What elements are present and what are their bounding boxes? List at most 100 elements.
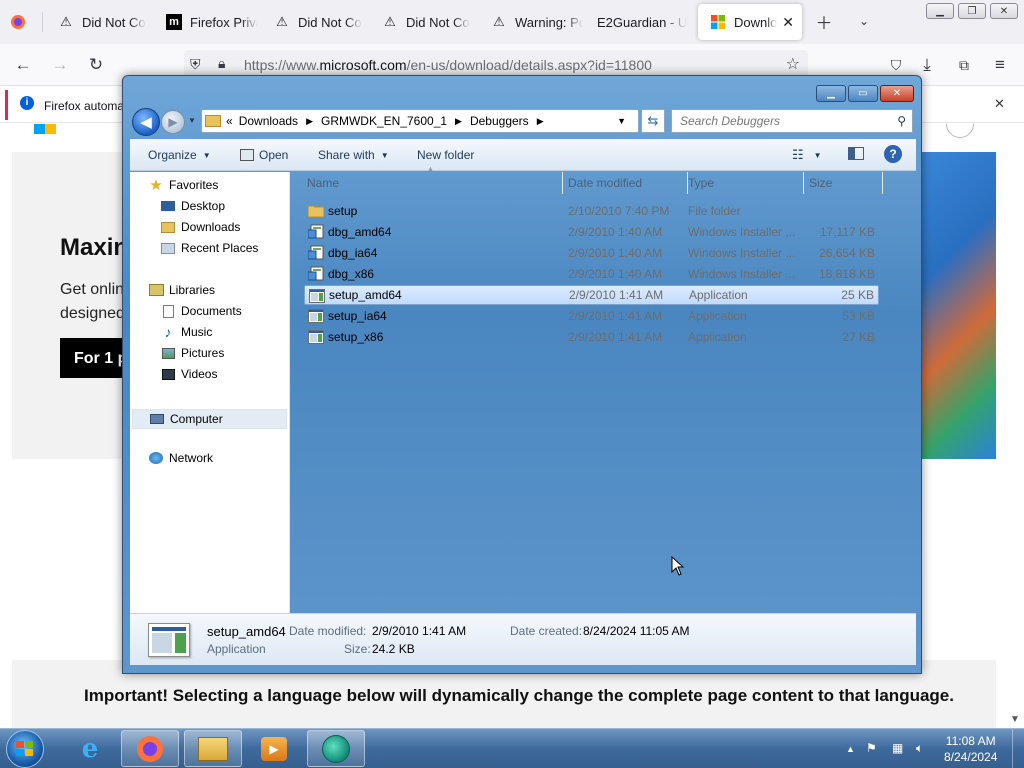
column-header-type[interactable]: Type — [688, 172, 804, 194]
nav-desktop[interactable]: Desktop — [160, 199, 225, 213]
column-header-size[interactable]: Size — [809, 172, 883, 194]
organize-button[interactable]: Organize ▼ — [148, 148, 211, 162]
downloads-icon[interactable]: ⤓ — [914, 53, 940, 77]
extensions-icon[interactable]: ⧉ — [951, 53, 977, 77]
file-row-setup-x86[interactable]: setup_x86 2/9/2010 1:41 AM Application 27 K… — [304, 327, 879, 347]
firefox-view-button[interactable] — [2, 4, 32, 40]
warning-icon: ⚠ — [276, 14, 288, 29]
nav-videos[interactable]: Videos — [160, 367, 217, 381]
profile-icon[interactable] — [946, 124, 974, 138]
nav-recent-places[interactable]: Recent Places — [160, 241, 258, 255]
refresh-button[interactable]: ⇆ — [641, 109, 665, 133]
search-icon[interactable]: ⚲ — [897, 114, 906, 128]
help-button[interactable]: ? — [884, 145, 902, 163]
breadcrumb-separator-icon[interactable]: ▶ — [455, 116, 462, 127]
system-clock[interactable]: 11:08 AM 8/24/2024 — [944, 733, 997, 765]
network-tray-icon[interactable]: ▦ — [892, 741, 903, 755]
desktop-icon — [160, 199, 176, 213]
breadcrumb-grmwdk[interactable]: GRMWDK_EN_7600_1 — [321, 114, 447, 128]
file-row-setup-amd64[interactable]: setup_amd64 2/9/2010 1:41 AM Application 25… — [304, 285, 879, 305]
nav-pictures[interactable]: Pictures — [160, 346, 224, 360]
breadcrumb-separator-icon[interactable]: ▶ — [537, 116, 544, 127]
file-name: dbg_ia64 — [328, 246, 378, 260]
close-browser-button[interactable]: ✕ — [990, 3, 1018, 19]
nav-documents[interactable]: Documents — [160, 304, 242, 318]
close-window-button[interactable]: ✕ — [880, 85, 914, 102]
taskbar-windows-explorer[interactable] — [184, 730, 242, 767]
open-button[interactable]: Open — [240, 148, 288, 162]
menu-icon[interactable]: ≡ — [987, 53, 1013, 77]
lock-icon[interactable]: 🔒︎ — [218, 55, 225, 72]
buy-button[interactable]: For 1 p — [60, 338, 130, 378]
preview-pane-button[interactable] — [848, 147, 864, 160]
url-text[interactable]: https://www.microsoft.com/en-us/download… — [244, 57, 652, 73]
downloads-folder-icon — [160, 220, 176, 234]
overflow-chevron-icon[interactable]: « — [226, 114, 233, 128]
pocket-icon[interactable]: ⛉ — [883, 53, 909, 77]
volume-muted-icon[interactable]: 🔈︎ — [916, 741, 923, 756]
scroll-down-arrow-icon[interactable]: ▼ — [1010, 714, 1020, 725]
nav-libraries[interactable]: Libraries — [148, 283, 215, 297]
breadcrumb-separator-icon[interactable]: ▶ — [306, 116, 313, 127]
tab-did-not-connect-3[interactable]: ⚠ Did Not Co — [370, 4, 474, 40]
tab-did-not-connect-1[interactable]: ⚠ Did Not Co — [46, 4, 150, 40]
breadcrumb-downloads[interactable]: Downloads — [239, 114, 298, 128]
file-row-setup[interactable]: setup 2/10/2010 7:40 PM File folder — [304, 201, 879, 221]
minimize-window-button[interactable]: ▁ — [816, 85, 846, 102]
libraries-icon — [148, 283, 164, 297]
taskbar-media-player[interactable]: ▶ — [245, 730, 303, 767]
taskbar-internet-explorer[interactable]: e — [61, 730, 119, 767]
close-notification-icon[interactable]: ✕ — [994, 96, 1005, 112]
tab-warning[interactable]: ⚠ Warning: Po — [479, 4, 583, 40]
restore-browser-button[interactable]: ❐ — [958, 3, 986, 19]
address-dropdown-chevron-icon[interactable]: ▼ — [617, 116, 626, 126]
start-button[interactable] — [6, 730, 44, 768]
nav-computer[interactable]: Computer — [132, 409, 287, 429]
tab-list-chevron-icon[interactable]: ⌄ — [851, 9, 877, 33]
file-row-dbg-amd64[interactable]: dbg_amd64 2/9/2010 1:40 AM Windows Install… — [304, 222, 879, 242]
new-tab-button[interactable]: ＋ — [811, 9, 837, 33]
nav-music[interactable]: ♪ Music — [160, 324, 213, 340]
action-center-flag-icon[interactable]: ⚑ — [866, 741, 877, 755]
tab-firefox-privacy[interactable]: m Firefox Priva — [154, 4, 258, 40]
taskbar-app[interactable] — [307, 730, 365, 767]
star-icon: ★ — [149, 177, 163, 194]
search-input[interactable]: Search Debuggers ⚲ — [671, 109, 913, 133]
file-type: Windows Installer ... — [688, 267, 796, 281]
tab-e2guardian[interactable]: E2Guardian - U — [585, 4, 693, 40]
show-desktop-button[interactable] — [1012, 729, 1024, 768]
file-name: dbg_amd64 — [328, 225, 392, 239]
column-header-name[interactable]: Name ▲ — [307, 166, 563, 194]
close-tab-icon[interactable]: ✕ — [782, 14, 794, 31]
address-bar[interactable]: « Downloads ▶ GRMWDK_EN_7600_1 ▶ Debugge… — [201, 109, 639, 133]
nav-downloads[interactable]: Downloads — [160, 220, 240, 234]
reload-icon[interactable]: ↻ — [83, 53, 109, 77]
bookmark-star-icon[interactable]: ☆ — [786, 54, 800, 74]
app-globe-icon — [322, 734, 350, 763]
new-folder-button[interactable]: New folder — [417, 148, 474, 162]
share-with-button[interactable]: Share with ▼ — [318, 148, 389, 162]
tab-did-not-connect-2[interactable]: ⚠ Did Not Co — [262, 4, 366, 40]
taskbar-firefox[interactable] — [121, 730, 179, 767]
recent-pages-chevron-icon[interactable]: ▼ — [188, 116, 196, 125]
minimize-browser-button[interactable]: ▁ — [926, 3, 954, 19]
file-row-dbg-ia64[interactable]: dbg_ia64 2/9/2010 1:40 AM Windows Installe… — [304, 243, 879, 263]
firefox-icon — [137, 735, 163, 762]
tracking-shield-icon[interactable]: ⛨ — [190, 56, 201, 73]
nav-network[interactable]: Network — [148, 451, 213, 465]
forward-button[interactable]: ▶ — [161, 110, 185, 134]
file-name: setup_ia64 — [328, 309, 387, 323]
show-hidden-icons-icon[interactable]: ▲ — [846, 744, 855, 754]
back-arrow-icon[interactable]: ← — [10, 53, 36, 77]
nav-favorites[interactable]: ★ Favorites — [148, 177, 218, 194]
file-row-dbg-x86[interactable]: dbg_x86 2/9/2010 1:40 AM Windows Installer… — [304, 264, 879, 284]
forward-arrow-icon[interactable]: → — [47, 53, 73, 77]
breadcrumb-debuggers[interactable]: Debuggers — [470, 114, 529, 128]
chevron-down-icon: ▼ — [202, 150, 211, 160]
column-header-date-modified[interactable]: Date modified — [568, 172, 688, 194]
change-view-button[interactable]: ☷ ▼ — [792, 147, 822, 163]
back-button[interactable]: ◀ — [132, 108, 160, 136]
maximize-window-button[interactable]: ▭ — [848, 85, 878, 102]
tab-download-active[interactable]: Downlo ✕ — [698, 4, 802, 40]
file-row-setup-ia64[interactable]: setup_ia64 2/9/2010 1:41 AM Application 53 … — [304, 306, 879, 326]
